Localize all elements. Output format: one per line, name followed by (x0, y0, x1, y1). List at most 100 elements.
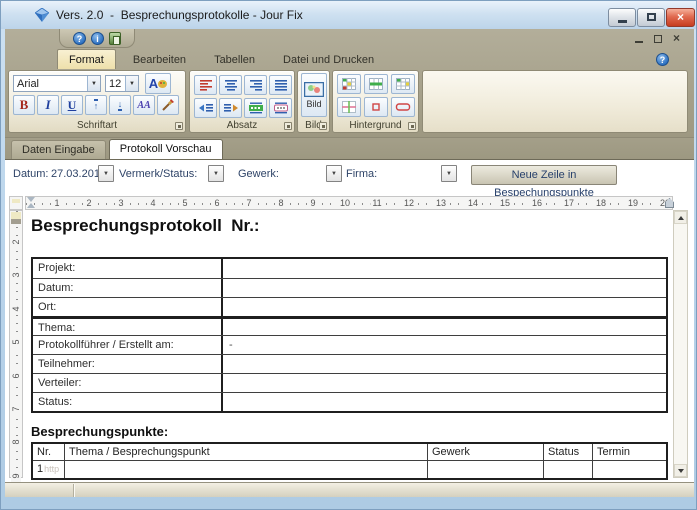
column-color-button[interactable] (391, 74, 415, 94)
grid-lines-color-button[interactable] (337, 97, 361, 117)
row-number: 1 (37, 463, 43, 475)
mdi-restore-icon[interactable] (654, 35, 662, 43)
indent-decrease-icon (198, 102, 214, 114)
close-button[interactable]: × (666, 8, 695, 27)
title-bar[interactable]: Vers. 2.0 - Besprechungsprotokolle - Jou… (1, 1, 697, 29)
font-name-combobox[interactable]: Arial ▼ (13, 75, 101, 92)
maximize-button[interactable] (637, 8, 665, 27)
info-row-value (223, 298, 666, 316)
row-color-button[interactable] (364, 74, 388, 94)
text-highlight-button[interactable] (244, 98, 267, 118)
align-right-button[interactable] (244, 75, 267, 95)
minimize-button[interactable] (608, 8, 636, 27)
group-label-absatz: Absatz (190, 120, 294, 131)
align-justify-icon (274, 79, 288, 91)
group-hintergrund: Hintergrund (332, 70, 419, 133)
info-row-protokollführer-erstellt-am-: Protokollführer / Erstellt am:- (33, 335, 666, 354)
dialog-launcher-icon[interactable] (408, 122, 416, 130)
bold-button[interactable]: B (13, 95, 35, 115)
chevron-down-icon[interactable]: ▼ (125, 76, 138, 91)
arrow-down-icon (678, 469, 684, 473)
ruler-number: 18 (594, 198, 608, 208)
document-title: Besprechungsprotokoll Nr.: (31, 216, 260, 236)
left-indent-marker[interactable] (27, 197, 35, 208)
view-tab-daten-eingabe[interactable]: Daten Eingabe (11, 140, 106, 159)
points-cell-status (544, 461, 593, 478)
group-schriftart: Arial ▼ 12 ▼ A B I U ↑ ↓ AA (8, 70, 186, 133)
ribbon-tab-bearbeiten[interactable]: Bearbeiten (122, 50, 197, 69)
datum-dropdown-button[interactable]: ▼ (98, 165, 114, 182)
view-tab-protokoll-vorschau[interactable]: Protokoll Vorschau (109, 139, 223, 159)
ruler-number: 3 (11, 269, 21, 281)
subscript-button[interactable]: ↓ (109, 95, 131, 115)
ruler-number: 4 (11, 303, 21, 315)
dialog-launcher-icon[interactable] (284, 122, 292, 130)
help-icon[interactable]: ? (73, 32, 86, 45)
dialog-launcher-icon[interactable] (175, 122, 183, 130)
gewerk-dropdown-button[interactable]: ▼ (326, 165, 342, 182)
cell-border-icon (369, 101, 383, 113)
row-border-icon (395, 101, 411, 113)
ruler-corner (9, 196, 23, 210)
scroll-up-button[interactable] (674, 211, 687, 224)
text-frame-button[interactable] (269, 98, 292, 118)
ruler-number: 6 (11, 370, 21, 382)
insert-image-button[interactable]: Bild (301, 73, 327, 117)
window-title: Vers. 2.0 - Besprechungsprotokolle - Jou… (56, 8, 303, 22)
underline-button[interactable]: U (61, 95, 83, 115)
info-row-label: Ort: (33, 298, 223, 316)
points-header-status: Status (544, 444, 593, 460)
font-color-button[interactable]: A (145, 73, 171, 94)
ribbon-tab-datei-und-drucken[interactable]: Datei und Drucken (272, 50, 385, 69)
ribbon-tabs: Format Bearbeiten Tabellen Datei und Drucke… (57, 48, 385, 69)
format-painter-button[interactable] (157, 95, 179, 115)
font-size-combobox[interactable]: 12 ▼ (105, 75, 139, 92)
row-border-button[interactable] (391, 97, 415, 117)
info-row-label: Teilnehmer: (33, 355, 223, 373)
points-cell-thema (65, 461, 428, 478)
align-justify-button[interactable] (269, 75, 292, 95)
info-icon[interactable]: i (91, 32, 104, 45)
content-panel: Datum: 27.03.2011 ▼ Vermerk/Status: ▼ Ge… (5, 159, 694, 482)
mdi-window-controls: × (635, 31, 680, 45)
new-row-button[interactable]: Neue Zeile in Bespechungspunkte (471, 165, 617, 185)
gewerk-label: Gewerk: (238, 168, 279, 180)
image-icon (304, 82, 324, 97)
change-case-button[interactable]: AA (133, 95, 155, 115)
mdi-minimize-icon[interactable] (635, 41, 643, 43)
superscript-button[interactable]: ↑ (85, 95, 107, 115)
indent-increase-button[interactable] (219, 98, 242, 118)
ribbon-tab-tabellen[interactable]: Tabellen (203, 50, 266, 69)
align-center-button[interactable] (219, 75, 242, 95)
minimize-icon (618, 20, 627, 23)
info-row-label: Verteiler: (33, 374, 223, 392)
chevron-down-icon: ▼ (446, 171, 452, 177)
align-left-button[interactable] (194, 75, 217, 95)
vermerk-dropdown-button[interactable]: ▼ (208, 165, 224, 182)
scroll-down-button[interactable] (674, 464, 687, 477)
cell-color-button[interactable] (337, 74, 361, 94)
ruler-number: 12 (402, 198, 416, 208)
ruler-number: 9 (11, 470, 21, 482)
firma-dropdown-button[interactable]: ▼ (441, 165, 457, 182)
info-row-datum-: Datum: (33, 278, 666, 297)
mdi-close-icon[interactable]: × (673, 32, 680, 44)
ribbon-empty-panel (422, 70, 688, 133)
chevron-down-icon[interactable]: ▼ (87, 76, 100, 91)
info-row-label: Protokollführer / Erstellt am: (33, 336, 223, 354)
cell-border-button[interactable] (364, 97, 388, 117)
points-cell-gewerk (428, 461, 544, 478)
italic-button[interactable]: I (37, 95, 59, 115)
exit-door-icon[interactable] (109, 32, 121, 45)
ribbon-help-icon[interactable]: ? (656, 53, 669, 66)
indent-decrease-button[interactable] (194, 98, 217, 118)
horizontal-ruler: 1234567891011121314151617181920 (25, 196, 673, 210)
status-bar (5, 482, 694, 497)
info-row-value: - (223, 336, 666, 354)
superscript-icon: ↑ (94, 99, 99, 111)
vertical-scrollbar[interactable] (673, 210, 688, 478)
datum-label: Datum: (13, 168, 48, 180)
dialog-launcher-icon[interactable] (319, 122, 327, 130)
ribbon-tab-format[interactable]: Format (57, 49, 116, 69)
info-row-label: Projekt: (33, 259, 223, 278)
